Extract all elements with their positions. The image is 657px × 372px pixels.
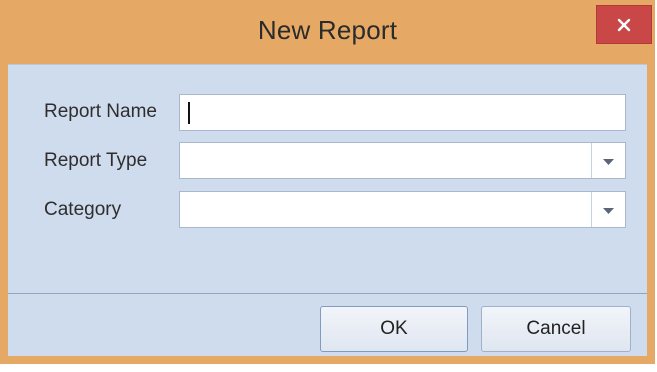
close-icon	[617, 18, 631, 32]
new-report-dialog: New Report Report Name Report Type Categ…	[0, 0, 655, 364]
report-type-dropdown-button[interactable]	[591, 143, 625, 178]
dialog-footer: OK Cancel	[8, 294, 647, 356]
ok-button[interactable]: OK	[320, 306, 468, 352]
chevron-down-icon	[603, 152, 614, 170]
close-button[interactable]	[596, 5, 652, 44]
report-name-input[interactable]	[179, 94, 626, 131]
category-dropdown[interactable]	[179, 191, 626, 228]
chevron-down-icon	[603, 201, 614, 219]
dialog-body: Report Name Report Type Category	[8, 64, 647, 293]
title-bar[interactable]: New Report	[0, 0, 655, 64]
category-dropdown-button[interactable]	[591, 192, 625, 227]
dialog-title: New Report	[257, 15, 398, 45]
report-name-label: Report Name	[44, 101, 157, 122]
cancel-button[interactable]: Cancel	[481, 306, 631, 352]
report-type-label: Report Type	[44, 150, 148, 171]
category-label: Category	[44, 199, 122, 220]
report-type-dropdown[interactable]	[179, 142, 626, 179]
text-caret	[188, 102, 190, 124]
